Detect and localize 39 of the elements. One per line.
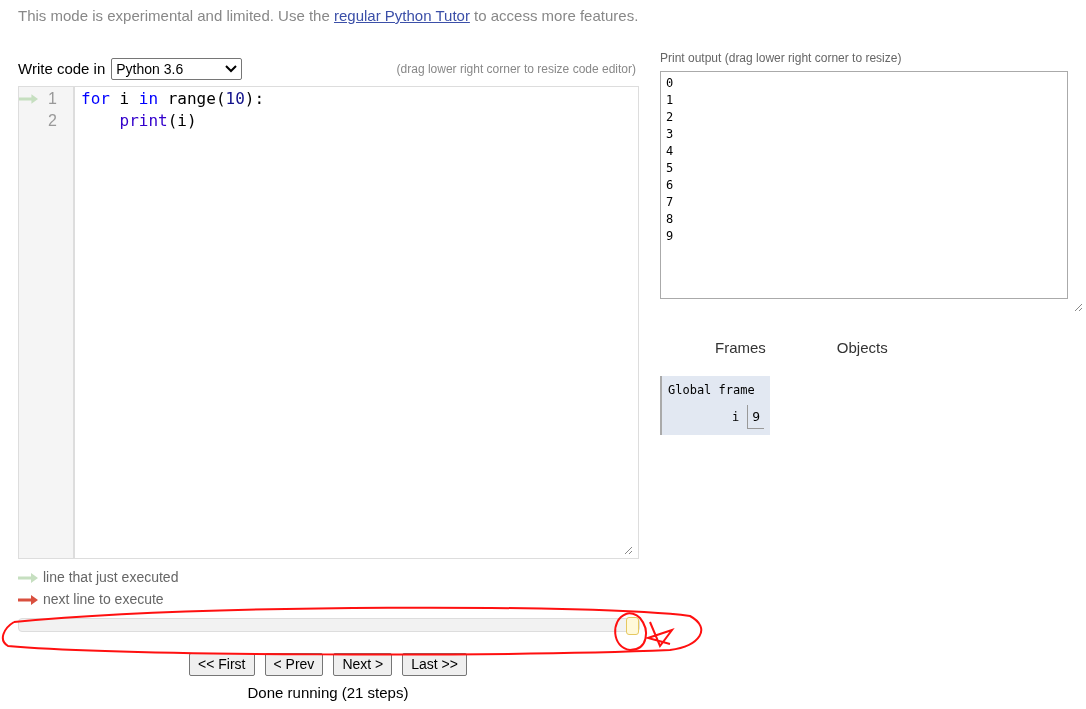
resize-grip-icon[interactable] — [624, 546, 632, 554]
variable-value: 9 — [747, 404, 764, 429]
hand-drawn-circle — [614, 612, 647, 651]
objects-heading: Objects — [836, 338, 888, 358]
output-line: 6 — [666, 177, 675, 194]
status-text: Done running (21 steps) — [246, 683, 410, 703]
step-button[interactable]: < Prev — [264, 653, 324, 676]
output-line: 5 — [666, 160, 675, 177]
step-button[interactable]: << First — [189, 653, 255, 676]
write-code-label: Write code in — [18, 58, 106, 79]
line-number: 1 — [48, 89, 57, 109]
output-line: 2 — [666, 109, 675, 126]
step-button[interactable]: Next > — [333, 653, 393, 676]
output-line: 9 — [666, 228, 675, 245]
output-line: 8 — [666, 211, 675, 228]
code-editor[interactable]: 1 2 for i in range(10): print(i) — [18, 86, 639, 559]
resize-grip-icon[interactable] — [1074, 303, 1082, 311]
notice-text: This mode is experimental and limited. Use the regular Python Tutor to access more features. — [18, 6, 640, 26]
output-label: Print output (drag lower right corner to resize) — [660, 50, 903, 67]
legend-text: next line to execute — [43, 590, 164, 609]
output-line: 3 — [666, 126, 675, 143]
output-line: 1 — [666, 92, 675, 109]
slider-thumb[interactable] — [626, 617, 639, 635]
code-line: print(i) — [118, 110, 198, 132]
step-slider[interactable] — [18, 618, 640, 632]
code-line: for i in range(10): — [81, 88, 265, 110]
frame-title: Global frame — [668, 381, 756, 399]
line-number: 2 — [48, 111, 57, 131]
chevron-down-icon — [225, 65, 238, 73]
output-line: 0 — [666, 75, 675, 92]
step-button[interactable]: Last >> — [402, 653, 467, 676]
output-line: 7 — [666, 194, 675, 211]
python-tutor-link[interactable]: regular Python Tutor — [334, 7, 470, 24]
frames-heading: Frames — [715, 338, 766, 358]
legend-text: line that just executed — [43, 568, 179, 587]
language-select[interactable]: Python 3.6 — [111, 58, 243, 80]
variable-name: i — [731, 408, 740, 426]
output-line: 4 — [666, 143, 675, 160]
resize-hint: (drag lower right corner to resize code editor) — [396, 61, 636, 78]
